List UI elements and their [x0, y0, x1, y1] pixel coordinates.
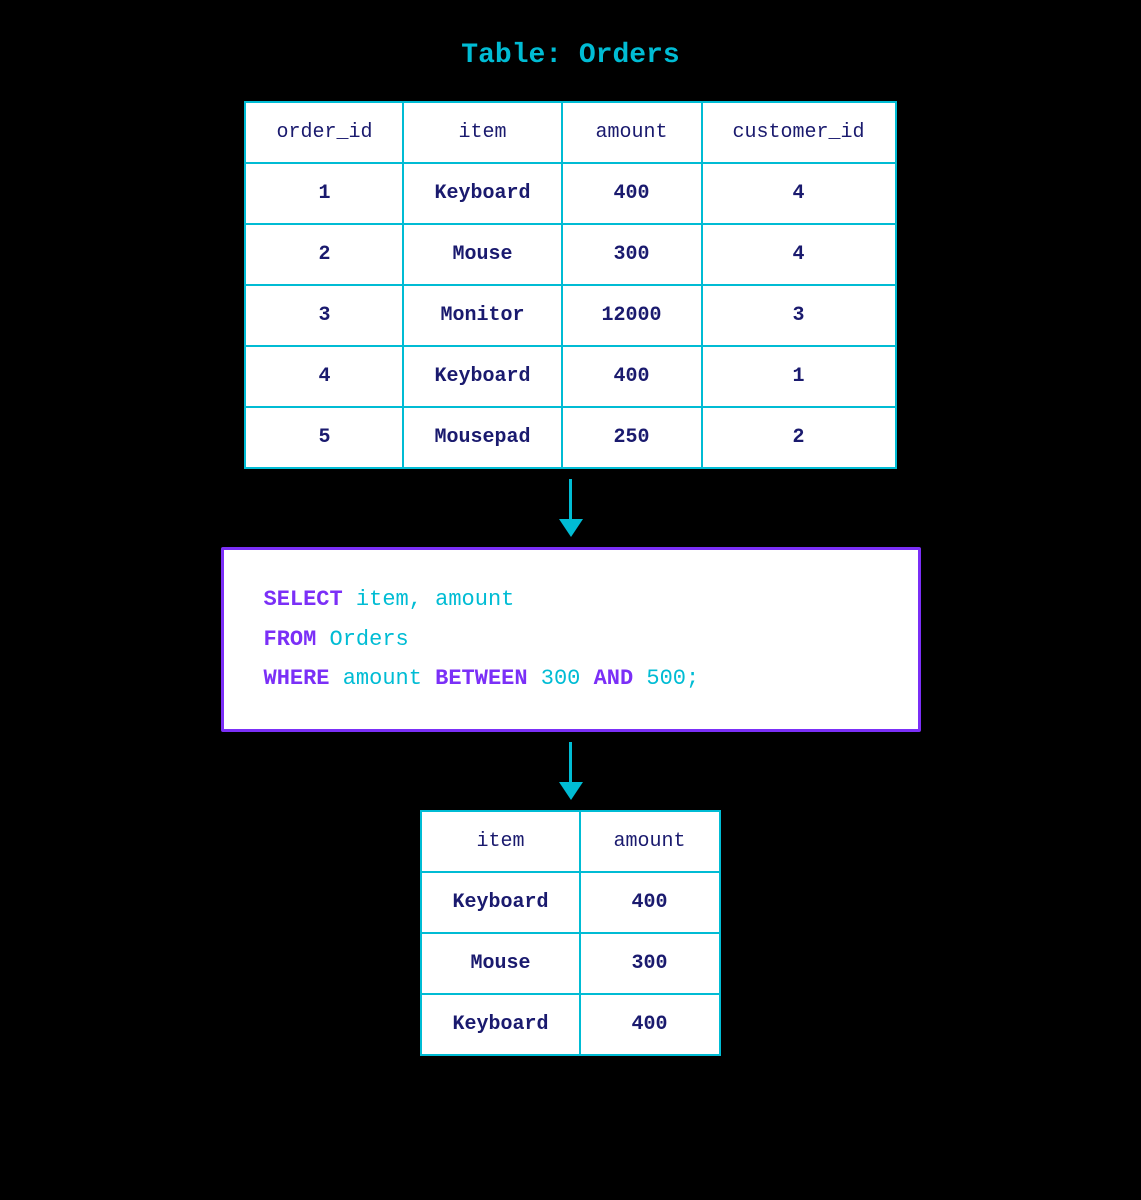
result-cell-amount: 400: [580, 994, 720, 1055]
sql-val1: 300: [528, 666, 594, 691]
result-table: item amount Keyboard 400 Mouse 300 Keybo…: [420, 810, 720, 1056]
col-header-order-id: order_id: [245, 102, 403, 163]
cell-customer-id: 4: [702, 163, 896, 224]
cell-order-id: 2: [245, 224, 403, 285]
col-header-item: item: [403, 102, 561, 163]
cell-item: Mouse: [403, 224, 561, 285]
sql-keyword-where: WHERE: [264, 666, 330, 691]
source-table-header-row: order_id item amount customer_id: [245, 102, 895, 163]
page-container: Table: Orders order_id item amount custo…: [0, 0, 1141, 1200]
cell-amount: 400: [562, 163, 702, 224]
source-table-wrapper: order_id item amount customer_id 1 Keybo…: [244, 101, 896, 469]
cell-item: Keyboard: [403, 346, 561, 407]
table-row: 2 Mouse 300 4: [245, 224, 895, 285]
cell-customer-id: 4: [702, 224, 896, 285]
cell-customer-id: 3: [702, 285, 896, 346]
sql-val2: 500;: [633, 666, 699, 691]
table-row: 3 Monitor 12000 3: [245, 285, 895, 346]
result-cell-item: Keyboard: [421, 872, 579, 933]
source-table: order_id item amount customer_id 1 Keybo…: [244, 101, 896, 469]
arrow-line: [569, 742, 572, 782]
sql-select-cols: item, amount: [343, 587, 515, 612]
table-row: Keyboard 400: [421, 872, 719, 933]
cell-order-id: 3: [245, 285, 403, 346]
cell-customer-id: 2: [702, 407, 896, 468]
arrow-line: [569, 479, 572, 519]
arrow-down-1: [559, 479, 583, 537]
sql-line-2: FROM Orders: [264, 620, 878, 660]
result-table-wrapper: item amount Keyboard 400 Mouse 300 Keybo…: [420, 810, 720, 1056]
result-col-header-item: item: [421, 811, 579, 872]
col-header-customer-id: customer_id: [702, 102, 896, 163]
cell-item: Keyboard: [403, 163, 561, 224]
arrow-head: [559, 519, 583, 537]
cell-amount: 12000: [562, 285, 702, 346]
result-cell-amount: 300: [580, 933, 720, 994]
cell-amount: 300: [562, 224, 702, 285]
result-cell-item: Mouse: [421, 933, 579, 994]
result-table-header-row: item amount: [421, 811, 719, 872]
sql-from-table: Orders: [316, 627, 408, 652]
result-col-header-amount: amount: [580, 811, 720, 872]
table-row: Keyboard 400: [421, 994, 719, 1055]
page-title: Table: Orders: [461, 40, 679, 71]
cell-amount: 250: [562, 407, 702, 468]
cell-order-id: 4: [245, 346, 403, 407]
table-row: Mouse 300: [421, 933, 719, 994]
sql-line-1: SELECT item, amount: [264, 580, 878, 620]
table-row: 4 Keyboard 400 1: [245, 346, 895, 407]
cell-order-id: 1: [245, 163, 403, 224]
result-cell-amount: 400: [580, 872, 720, 933]
sql-keyword-between: BETWEEN: [435, 666, 527, 691]
sql-keyword-from: FROM: [264, 627, 317, 652]
arrow-down-2: [559, 742, 583, 800]
sql-query-box: SELECT item, amount FROM Orders WHERE am…: [221, 547, 921, 732]
sql-keyword-select: SELECT: [264, 587, 343, 612]
cell-item: Mousepad: [403, 407, 561, 468]
sql-where-col: amount: [330, 666, 436, 691]
cell-item: Monitor: [403, 285, 561, 346]
cell-amount: 400: [562, 346, 702, 407]
result-cell-item: Keyboard: [421, 994, 579, 1055]
sql-keyword-and: AND: [594, 666, 634, 691]
arrow-head: [559, 782, 583, 800]
cell-customer-id: 1: [702, 346, 896, 407]
sql-line-3: WHERE amount BETWEEN 300 AND 500;: [264, 659, 878, 699]
col-header-amount: amount: [562, 102, 702, 163]
cell-order-id: 5: [245, 407, 403, 468]
table-row: 5 Mousepad 250 2: [245, 407, 895, 468]
table-row: 1 Keyboard 400 4: [245, 163, 895, 224]
